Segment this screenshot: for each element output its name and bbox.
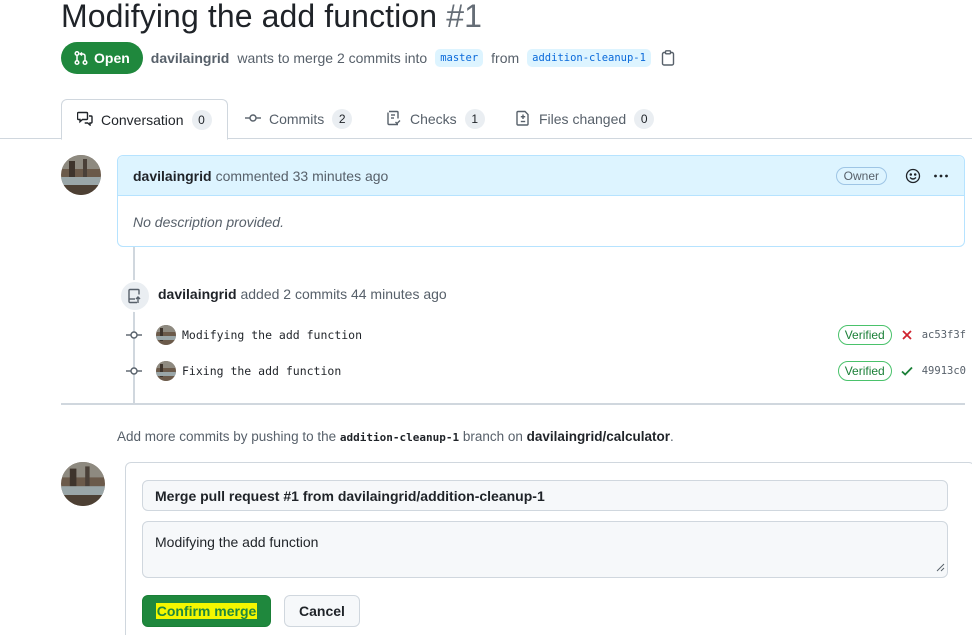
timeline-divider [61,403,965,405]
pr-title: Modifying the add function #1 [61,0,482,35]
copy-icon[interactable] [661,50,675,66]
tab-commits-label: Commits [269,111,325,127]
tab-checks[interactable]: Checks 1 [386,99,485,139]
git-commit-icon [126,330,142,340]
head-branch[interactable]: addition-cleanup-1 [527,49,651,67]
smiley-icon[interactable] [905,168,921,184]
avatar[interactable] [61,155,101,195]
commit-row: Fixing the add function Verified 49913c0 [120,358,970,384]
pr-title-text: Modifying the add function [61,0,438,34]
git-pull-request-icon [73,50,89,66]
repo-link[interactable]: davilaingrid/calculator [527,429,670,444]
pr-status-row: Open davilaingrid wants to merge 2 commi… [61,42,675,74]
push-author[interactable]: davilaingrid [158,286,237,302]
repo-push-icon [119,280,151,312]
tab-files-changed-label: Files changed [539,111,627,127]
commit-sha[interactable]: 49913c0 [922,365,966,377]
avatar[interactable] [61,462,105,506]
commit-sha[interactable]: ac53f3f [922,329,966,341]
file-diff-icon [515,110,531,129]
comment-header: davilaingrid commented 33 minutes ago Ow… [118,156,964,196]
from-text: from [491,50,520,66]
push-hint-middle: branch on [462,429,523,444]
push-hint-suffix: . [669,429,674,444]
confirm-merge-label: Confirm merge [155,603,258,619]
pr-number: #1 [446,0,482,34]
comment-box: davilaingrid commented 33 minutes ago Ow… [117,155,965,247]
comment-author[interactable]: davilaingrid [133,168,212,184]
merge-body-text: Modifying the add function [155,534,319,550]
resize-grip-icon[interactable] [935,559,945,575]
commit-avatar[interactable] [156,325,176,345]
push-hint: Add more commits by pushing to the addit… [117,429,674,444]
verified-badge[interactable]: Verified [837,325,892,345]
commit-avatar[interactable] [156,361,176,381]
push-event-text: davilaingrid added 2 commits 44 minutes … [158,286,447,302]
cancel-button[interactable]: Cancel [284,595,360,627]
confirm-merge-button[interactable]: Confirm merge [142,595,271,627]
tab-commits-count: 2 [332,109,353,129]
tab-conversation-label: Conversation [101,111,184,128]
tab-conversation[interactable]: Conversation 0 [61,99,228,140]
merge-body-textarea[interactable]: Modifying the add function [142,521,948,578]
tab-checks-label: Checks [410,111,457,127]
push-hint-branch: addition-cleanup-1 [339,431,460,444]
base-branch[interactable]: master [435,49,484,67]
commit-message[interactable]: Modifying the add function [182,328,362,342]
commit-row: Modifying the add function Verified ac53… [120,322,970,348]
state-badge: Open [61,42,143,74]
owner-badge: Owner [835,166,887,185]
tab-commits[interactable]: Commits 2 [245,99,353,139]
verified-badge[interactable]: Verified [837,361,892,381]
kebab-horizontal-icon[interactable] [933,168,949,184]
tab-conversation-count: 0 [191,109,212,130]
check-success-icon[interactable] [900,364,914,378]
comment-discussion-icon [76,110,93,129]
tab-files-changed[interactable]: Files changed 0 [515,99,655,139]
tab-checks-count: 1 [464,109,485,129]
merge-description: wants to merge 2 commits into [237,50,428,66]
pr-author-link[interactable]: davilaingrid [151,50,230,66]
commit-message[interactable]: Fixing the add function [182,364,341,378]
push-description: added 2 commits 44 minutes ago [240,286,447,302]
git-commit-icon [126,366,142,376]
state-label: Open [94,50,130,66]
comment-body: No description provided. [133,214,284,230]
x-failure-icon[interactable] [900,328,914,342]
comment-timestamp[interactable]: commented 33 minutes ago [216,168,389,184]
tab-files-changed-count: 0 [634,109,655,129]
merge-title-input[interactable]: Merge pull request #1 from davilaingrid/… [142,480,948,511]
checklist-icon [386,110,402,129]
git-commit-icon [245,110,261,129]
push-hint-prefix: Add more commits by pushing to the [117,429,337,444]
